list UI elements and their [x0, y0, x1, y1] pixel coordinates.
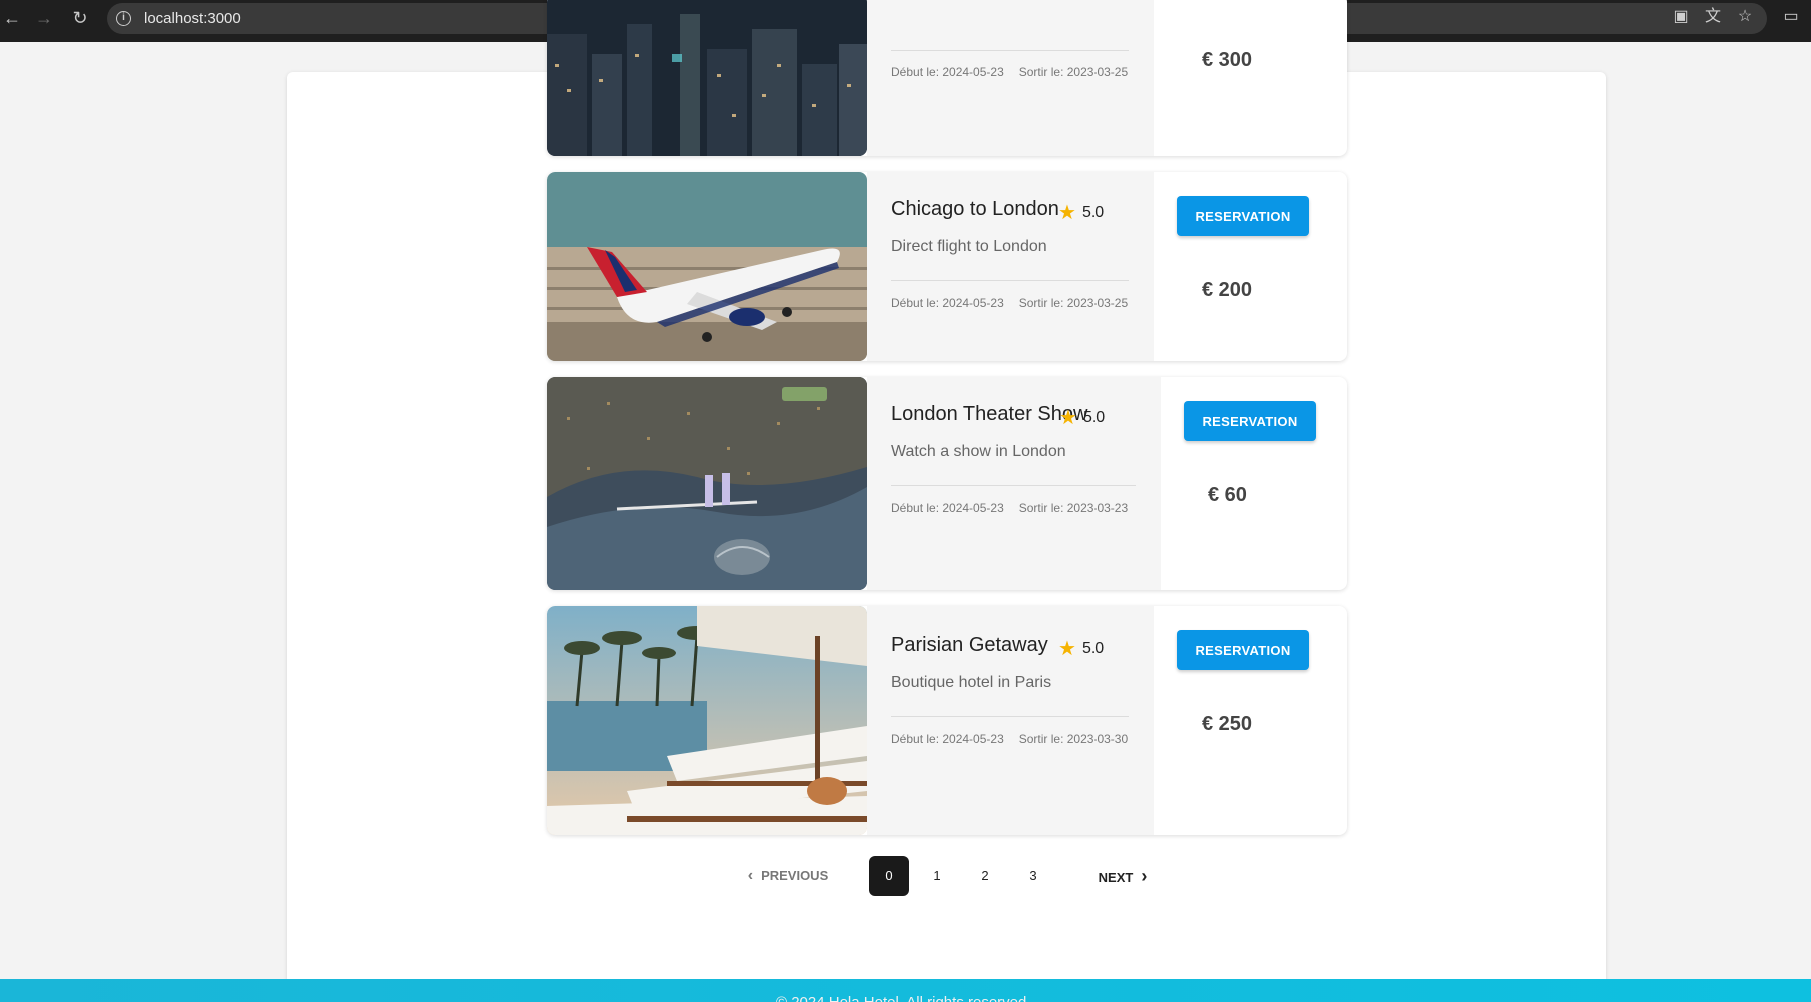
listing-rating: ★ 5.0 — [1058, 200, 1104, 225]
listing-dates: Début le: 2024-05-23 Sortir le: 2023-03-2… — [891, 501, 1128, 515]
start-date: Début le: 2024-05-23 — [891, 65, 1004, 79]
listing-card: Parisian Getaway ★ 5.0 Boutique hotel in … — [547, 606, 1347, 835]
listing-title: Parisian Getaway — [891, 634, 1048, 656]
footer: © 2024 Hola Hotel. All rights reserved. — [0, 979, 1811, 1002]
start-date: Début le: 2024-05-23 — [891, 296, 1004, 310]
airplane-image — [547, 172, 867, 361]
reservation-button[interactable]: RESERVATION — [1184, 401, 1316, 441]
star-icon: ★ — [1058, 638, 1076, 660]
listing-rating: ★ 5.0 — [1059, 405, 1105, 430]
back-arrow-icon[interactable]: ← — [0, 0, 24, 36]
chevron-left-icon: ‹ — [747, 867, 754, 884]
listing-photo[interactable] — [547, 0, 867, 156]
listing-rating: ★ 5.0 — [1058, 636, 1104, 661]
listing-details: Chicago to London ★ 5.0 Direct flight to … — [867, 172, 1154, 361]
address-url[interactable]: localhost:3000 — [144, 10, 241, 27]
page-button[interactable]: 0 — [869, 856, 909, 896]
install-app-icon[interactable]: ▣ — [1670, 6, 1692, 28]
listing-title: Chicago to London — [891, 198, 1059, 220]
end-date: Sortir le: 2023-03-25 — [1018, 65, 1129, 79]
next-label: NEXT — [1098, 870, 1134, 885]
extensions-icon[interactable]: ▭ — [1780, 6, 1802, 28]
listing-details: Parisian Getaway ★ 5.0 Boutique hotel in … — [867, 606, 1154, 835]
site-info-icon[interactable]: i — [116, 11, 131, 26]
previous-label: PREVIOUS — [761, 868, 829, 883]
listing-card: Chicago to London ★ 5.0 Direct flight to … — [547, 172, 1347, 361]
star-icon: ★ — [1059, 407, 1077, 429]
page-button[interactable]: 1 — [917, 856, 957, 896]
divider — [891, 485, 1136, 486]
next-page-button[interactable]: NEXT › — [1088, 856, 1158, 896]
end-date: Sortir le: 2023-03-25 — [1018, 296, 1129, 310]
star-icon: ★ — [1058, 202, 1076, 224]
divider — [891, 716, 1129, 717]
listing-dates: Début le: 2024-05-23 Sortir le: 2023-03-2… — [891, 296, 1128, 310]
page-button[interactable]: 3 — [1013, 856, 1053, 896]
city-skyline-image — [547, 0, 867, 156]
bookmark-star-icon[interactable]: ☆ — [1734, 6, 1756, 28]
listing-dates: Début le: 2024-05-23 Sortir le: 2023-03-3… — [891, 732, 1128, 746]
page-button[interactable]: 2 — [965, 856, 1005, 896]
rating-value: 5.0 — [1081, 204, 1105, 221]
divider — [891, 50, 1129, 51]
end-date: Sortir le: 2023-03-23 — [1018, 501, 1129, 515]
listing-photo[interactable] — [547, 377, 867, 590]
listing-card: Début le: 2024-05-23 Sortir le: 2023-03-2… — [547, 0, 1347, 156]
previous-page-button[interactable]: ‹ PREVIOUS — [738, 856, 838, 896]
chevron-right-icon: › — [1141, 866, 1148, 886]
listing-card: London Theater Show ★ 5.0 Watch a show in… — [547, 377, 1347, 590]
london-aerial-image — [547, 377, 867, 590]
reload-icon[interactable]: ↻ — [68, 0, 92, 36]
rating-value: 5.0 — [1082, 409, 1106, 426]
listing-photo[interactable] — [547, 172, 867, 361]
reservation-button[interactable]: RESERVATION — [1177, 630, 1309, 670]
listing-price: € 200 — [1202, 279, 1253, 301]
divider — [891, 280, 1129, 281]
start-date: Début le: 2024-05-23 — [891, 501, 1004, 515]
pagination: ‹ PREVIOUS 0 1 2 3 NEXT › — [0, 856, 1811, 896]
footer-copyright: © 2024 Hola Hotel. All rights reserved. — [776, 994, 1031, 1002]
listing-dates: Début le: 2024-05-23 Sortir le: 2023-03-2… — [891, 65, 1128, 79]
listing-description: Direct flight to London — [891, 238, 1047, 255]
listing-price: € 250 — [1202, 713, 1253, 735]
listing-price: € 60 — [1208, 484, 1247, 506]
listing-photo[interactable] — [547, 606, 867, 835]
reservation-button[interactable]: RESERVATION — [1177, 196, 1309, 236]
listing-details: London Theater Show ★ 5.0 Watch a show in… — [867, 377, 1161, 590]
listing-description: Boutique hotel in Paris — [891, 674, 1052, 691]
listing-title: London Theater Show — [891, 403, 1088, 425]
listing-details: Début le: 2024-05-23 Sortir le: 2023-03-2… — [867, 0, 1154, 156]
forward-arrow-icon[interactable]: → — [32, 0, 56, 36]
listing-description: Watch a show in London — [891, 443, 1066, 460]
listing-price: € 300 — [1202, 49, 1253, 71]
translate-icon[interactable]: 文 — [1702, 6, 1724, 28]
poolside-image — [547, 606, 867, 835]
rating-value: 5.0 — [1081, 640, 1105, 657]
end-date: Sortir le: 2023-03-30 — [1018, 732, 1129, 746]
start-date: Début le: 2024-05-23 — [891, 732, 1004, 746]
